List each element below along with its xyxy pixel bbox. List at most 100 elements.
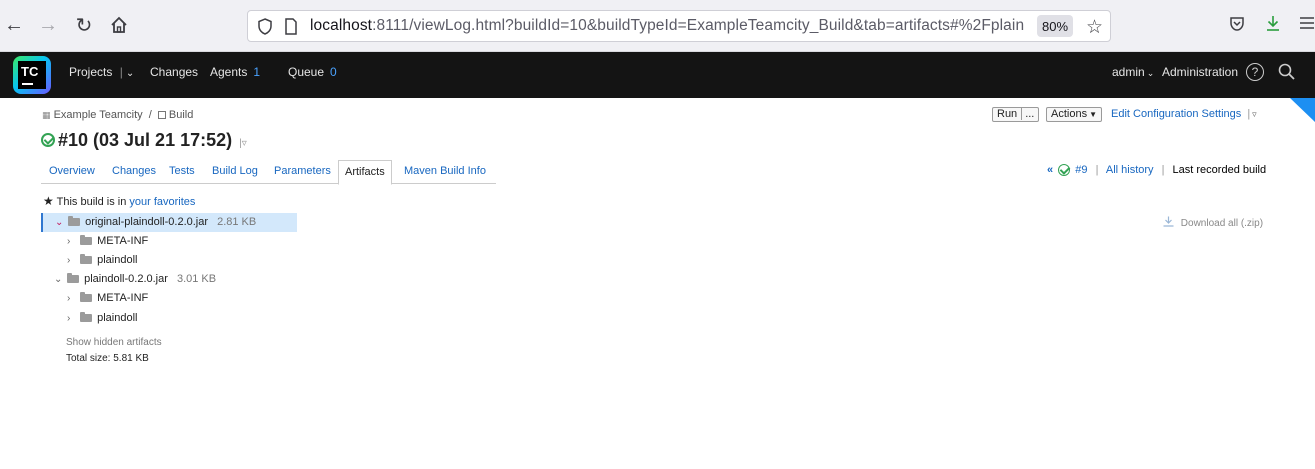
url-path: :8111/viewLog.html?buildId=10&buildTypeI… <box>372 17 1025 34</box>
administration-link[interactable]: Administration <box>1162 65 1238 79</box>
actions-label: Actions <box>1051 108 1088 120</box>
build-menu-chevron-icon[interactable]: ▿ <box>242 138 247 149</box>
archive-icon <box>67 273 80 284</box>
chevron-right-icon[interactable]: › <box>67 313 77 324</box>
queue-label: Queue <box>288 65 325 79</box>
url-bar[interactable]: localhost:8111/viewLog.html?buildId=10&b… <box>247 10 1111 42</box>
run-button[interactable]: Run... <box>992 107 1040 122</box>
agents-count: 1 <box>253 65 261 79</box>
app-menu-icon[interactable] <box>1299 15 1315 36</box>
teamcity-logo[interactable]: TC <box>13 56 51 94</box>
chevron-down-icon: ⌄ <box>125 68 135 79</box>
chevron-down-icon: ▼ <box>1089 110 1097 119</box>
build-title-text: #10 (03 Jul 21 17:52) <box>58 130 233 150</box>
url-host: localhost <box>310 17 373 34</box>
corner-ribbon <box>1290 98 1315 122</box>
artifact-child-name[interactable]: META-INF <box>97 292 148 304</box>
artifact-child-row[interactable]: › META-INF <box>67 292 148 311</box>
chevron-down-icon[interactable]: ⌄ <box>54 274 64 285</box>
agents-label: Agents <box>210 65 248 79</box>
forward-icon[interactable]: → <box>34 11 62 39</box>
user-name: admin <box>1112 65 1145 79</box>
chevron-right-icon[interactable]: › <box>67 236 77 247</box>
chevron-right-icon[interactable]: › <box>67 255 77 266</box>
chevron-down-icon: ⌄ <box>1146 68 1155 78</box>
chevron-down-icon[interactable]: ▿ <box>1252 109 1257 119</box>
projects-label: Projects <box>69 65 113 79</box>
breadcrumb-separator: / <box>148 109 152 121</box>
actions-dropdown[interactable]: Actions ▼ <box>1046 107 1102 122</box>
artifact-child-row[interactable]: › META-INF <box>67 235 148 254</box>
archive-icon <box>68 216 81 227</box>
queue-count: 0 <box>330 65 337 79</box>
all-history-link[interactable]: All history <box>1106 164 1154 176</box>
breadcrumb: ▦ Example Teamcity / Build <box>42 109 193 121</box>
tab-overview[interactable]: Overview <box>49 160 95 184</box>
queue-link[interactable]: Queue 0 <box>288 65 337 79</box>
artifact-row[interactable]: ⌄ plaindoll-0.2.0.jar 3.01 KB <box>54 273 216 292</box>
browser-toolbar: ← → ↻ localhost:8111/viewLog.html?buildI… <box>0 0 1315 52</box>
project-grid-icon: ▦ <box>42 110 51 120</box>
build-config-icon <box>157 111 166 120</box>
chevron-down-icon[interactable]: ⌄ <box>55 217 65 228</box>
artifact-child-row[interactable]: › plaindoll <box>67 312 138 331</box>
teamcity-header: TC Projects | ⌄ Changes Agents 1 Queue 0 ad… <box>0 52 1315 98</box>
reload-icon[interactable]: ↻ <box>70 11 98 39</box>
url-text[interactable]: localhost:8111/viewLog.html?buildId=10&b… <box>310 17 1070 35</box>
home-icon[interactable] <box>105 11 133 39</box>
help-icon[interactable]: ? <box>1246 63 1264 81</box>
artifact-row[interactable]: ⌄ original-plaindoll-0.2.0.jar 2.81 KB <box>41 213 297 232</box>
projects-menu[interactable]: Projects | ⌄ <box>69 65 134 79</box>
changes-link[interactable]: Changes <box>150 65 198 79</box>
artifact-child-name[interactable]: plaindoll <box>97 312 137 324</box>
tab-maven-build-info[interactable]: Maven Build Info <box>404 160 486 184</box>
breadcrumb-project[interactable]: Example Teamcity <box>54 109 143 121</box>
previous-build-link[interactable]: #9 <box>1075 164 1087 176</box>
artifact-size: 3.01 KB <box>176 273 217 285</box>
logo-text: TC <box>21 64 39 79</box>
folder-icon <box>80 254 93 265</box>
back-icon[interactable]: ← <box>0 11 28 39</box>
folder-icon <box>80 312 93 323</box>
previous-build-icon[interactable]: « <box>1047 164 1053 176</box>
show-hidden-artifacts-link[interactable]: Show hidden artifacts <box>66 337 162 348</box>
total-size: Total size: 5.81 KB <box>66 353 149 364</box>
zoom-level[interactable]: 80% <box>1037 15 1073 37</box>
edit-config-link[interactable]: Edit Configuration Settings | ▿ <box>1111 108 1257 120</box>
search-icon[interactable] <box>1278 63 1295 85</box>
artifact-child-name[interactable]: META-INF <box>97 235 148 247</box>
artifact-name[interactable]: original-plaindoll-0.2.0.jar <box>85 216 208 228</box>
download-all-label: Download all (.zip) <box>1180 218 1264 229</box>
tab-changes[interactable]: Changes <box>112 160 156 184</box>
bookmark-star-icon[interactable]: ☆ <box>1086 16 1103 39</box>
tab-tests[interactable]: Tests <box>169 160 195 184</box>
artifact-child-row[interactable]: › plaindoll <box>67 254 138 273</box>
download-icon <box>1163 216 1177 229</box>
artifact-name[interactable]: plaindoll-0.2.0.jar <box>84 273 168 285</box>
artifact-child-name[interactable]: plaindoll <box>97 254 137 266</box>
folder-icon <box>80 292 93 303</box>
build-navigation: « #9 | All history | Last recorded build <box>1047 164 1267 177</box>
folder-icon <box>80 235 93 246</box>
tab-build-log[interactable]: Build Log <box>212 160 258 184</box>
shield-icon[interactable] <box>257 18 273 40</box>
run-custom-button[interactable]: ... <box>1021 108 1035 120</box>
downloads-icon[interactable] <box>1265 15 1281 38</box>
success-icon <box>1058 164 1071 177</box>
artifact-size: 2.81 KB <box>217 216 257 228</box>
pocket-icon[interactable] <box>1229 16 1245 37</box>
favorites-notice: ★ This build is in your favorites <box>43 194 195 208</box>
star-icon[interactable]: ★ <box>43 194 54 208</box>
tab-parameters[interactable]: Parameters <box>274 160 331 184</box>
user-menu[interactable]: admin ⌄ <box>1112 65 1154 79</box>
success-icon <box>41 133 55 147</box>
tab-artifacts[interactable]: Artifacts <box>338 160 392 185</box>
favorites-link[interactable]: your favorites <box>129 196 195 208</box>
chevron-right-icon[interactable]: › <box>67 293 77 304</box>
breadcrumb-build-config[interactable]: Build <box>169 109 193 121</box>
download-all-link[interactable]: Download all (.zip) <box>1163 216 1263 229</box>
page-info-icon[interactable] <box>284 18 298 40</box>
agents-link[interactable]: Agents 1 <box>210 65 260 79</box>
build-tabs: Overview Changes Tests Build Log Paramet… <box>41 160 496 185</box>
edit-config-label: Edit Configuration Settings <box>1111 108 1242 120</box>
